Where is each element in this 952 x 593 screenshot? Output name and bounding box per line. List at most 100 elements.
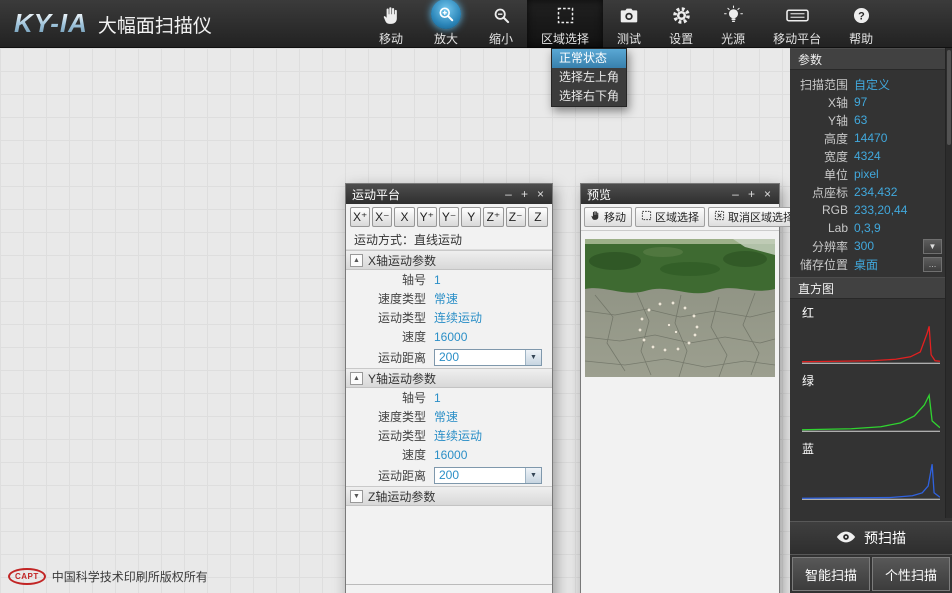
motion-row-distance: 运动距离 200 ▼ bbox=[346, 346, 552, 368]
param-rows: 扫描范围 自定义 X轴 97 Y轴 63 高度 14470 宽度 4324 单位… bbox=[790, 70, 952, 277]
tool-label: 放大 bbox=[434, 30, 458, 47]
browse-button[interactable]: … bbox=[923, 257, 942, 272]
row-value[interactable]: 1 bbox=[434, 273, 441, 287]
combo-value[interactable]: 200 bbox=[435, 468, 525, 483]
param-value[interactable]: 自定义 bbox=[854, 76, 890, 93]
app-logo: KY-IA bbox=[14, 8, 88, 39]
distance-combo[interactable]: 200 ▼ bbox=[434, 467, 542, 484]
preview-image[interactable] bbox=[585, 239, 775, 377]
histogram-blue: 蓝 bbox=[790, 435, 952, 503]
param-value[interactable]: pixel bbox=[854, 167, 879, 181]
minimize-icon[interactable]: – bbox=[503, 184, 514, 204]
param-value[interactable]: 4324 bbox=[854, 149, 881, 163]
menu-item-bottom-right[interactable]: 选择右下角 bbox=[552, 87, 626, 106]
gear-icon bbox=[671, 2, 692, 29]
axis-buttons: X⁺ X⁻ X Y⁺ Y⁻ Y Z⁺ Z⁻ Z bbox=[346, 204, 552, 230]
button-label: 区域选择 bbox=[655, 209, 699, 225]
preview-region-select-button[interactable]: 区域选择 bbox=[635, 207, 705, 227]
copyright-text: 中国科学技术印刷所版权所有 bbox=[52, 568, 208, 585]
motion-row-speed: 速度 16000 bbox=[346, 445, 552, 464]
dropdown-arrow-icon[interactable]: ▼ bbox=[525, 468, 541, 483]
histogram-header: 直方图 bbox=[790, 277, 952, 299]
preview-move-button[interactable]: 移动 bbox=[584, 207, 632, 227]
section-title: X轴运动参数 bbox=[368, 252, 436, 269]
param-value[interactable]: 14470 bbox=[854, 131, 887, 145]
preview-cancel-region-button[interactable]: 取消区域选择 bbox=[708, 207, 800, 227]
param-value[interactable]: 63 bbox=[854, 113, 867, 127]
resolution-dropdown-icon[interactable]: ▼ bbox=[923, 239, 942, 254]
panel-empty-area bbox=[346, 506, 552, 584]
custom-scan-button[interactable]: 个性扫描 bbox=[872, 557, 950, 591]
row-value[interactable]: 常速 bbox=[434, 408, 458, 425]
y-plus-button[interactable]: Y⁺ bbox=[417, 207, 437, 227]
x-button[interactable]: X bbox=[394, 207, 414, 227]
tool-zoom-out[interactable]: 缩小 bbox=[475, 0, 527, 48]
row-label: 速度 bbox=[346, 446, 434, 463]
x-axis-section-header[interactable]: ▲ X轴运动参数 bbox=[346, 250, 552, 270]
tool-label: 帮助 bbox=[849, 30, 873, 47]
workspace-canvas[interactable]: 运动平台 – + × X⁺ X⁻ X Y⁺ Y⁻ Y Z⁺ Z⁻ Z 运动方式：… bbox=[0, 48, 790, 593]
close-icon[interactable]: × bbox=[762, 184, 773, 204]
param-row-scan-range: 扫描范围 自定义 bbox=[790, 75, 952, 93]
row-label: 运动距离 bbox=[346, 349, 434, 366]
scan-actions: 智能扫描 个性扫描 bbox=[790, 555, 952, 593]
combo-value[interactable]: 200 bbox=[435, 350, 525, 365]
tool-light[interactable]: 光源 bbox=[707, 0, 759, 48]
collapse-icon[interactable]: ▼ bbox=[350, 490, 363, 503]
tool-settings[interactable]: 设置 bbox=[655, 0, 707, 48]
window-controls: – + × bbox=[503, 184, 546, 204]
preview-panel-titlebar[interactable]: 预览 – + × bbox=[581, 184, 779, 204]
param-label: 高度 bbox=[790, 130, 854, 147]
row-value[interactable]: 连续运动 bbox=[434, 427, 482, 444]
motion-row-distance: 运动距离 200 ▼ bbox=[346, 464, 552, 486]
tool-label: 测试 bbox=[617, 30, 641, 47]
y-button[interactable]: Y bbox=[461, 207, 481, 227]
row-value[interactable]: 常速 bbox=[434, 290, 458, 307]
z-plus-button[interactable]: Z⁺ bbox=[483, 207, 503, 227]
region-select-icon bbox=[555, 2, 576, 29]
prescan-button[interactable]: 预扫描 bbox=[790, 521, 952, 555]
x-plus-button[interactable]: X⁺ bbox=[350, 207, 370, 227]
menu-item-normal[interactable]: 正常状态 bbox=[552, 49, 626, 68]
motion-hint: 运动类型 下列之一：点位运动，连续运动。 bbox=[346, 584, 552, 593]
distance-combo[interactable]: 200 ▼ bbox=[434, 349, 542, 366]
row-value[interactable]: 16000 bbox=[434, 448, 467, 462]
row-value[interactable]: 连续运动 bbox=[434, 309, 482, 326]
motion-row-speed-type: 速度类型 常速 bbox=[346, 407, 552, 426]
tool-zoom-in[interactable]: 放大 bbox=[417, 0, 475, 48]
tool-platform[interactable]: 移动平台 bbox=[759, 0, 835, 48]
row-value[interactable]: 16000 bbox=[434, 330, 467, 344]
collapse-icon[interactable]: ▲ bbox=[350, 372, 363, 385]
z-axis-section-header[interactable]: ▼ Z轴运动参数 bbox=[346, 486, 552, 506]
param-value[interactable]: 97 bbox=[854, 95, 867, 109]
prescan-label: 预扫描 bbox=[864, 528, 906, 548]
param-value[interactable]: 300 bbox=[854, 239, 874, 253]
channel-label: 蓝 bbox=[802, 440, 940, 457]
scrollbar-thumb[interactable] bbox=[947, 50, 951, 145]
tool-test[interactable]: 测试 bbox=[603, 0, 655, 48]
maximize-icon[interactable]: + bbox=[746, 184, 757, 204]
tool-region-select[interactable]: 区域选择 正常状态 选择左上角 选择右下角 bbox=[527, 0, 603, 48]
z-button[interactable]: Z bbox=[528, 207, 548, 227]
y-minus-button[interactable]: Y⁻ bbox=[439, 207, 459, 227]
motion-panel-titlebar[interactable]: 运动平台 – + × bbox=[346, 184, 552, 204]
minimize-icon[interactable]: – bbox=[730, 184, 741, 204]
maximize-icon[interactable]: + bbox=[519, 184, 530, 204]
z-minus-button[interactable]: Z⁻ bbox=[506, 207, 526, 227]
row-label: 运动距离 bbox=[346, 467, 434, 484]
red-histogram-curve bbox=[802, 323, 940, 365]
tool-help[interactable]: ? 帮助 bbox=[835, 0, 887, 48]
collapse-icon[interactable]: ▲ bbox=[350, 254, 363, 267]
close-icon[interactable]: × bbox=[535, 184, 546, 204]
sidebar-scrollbar[interactable] bbox=[945, 48, 952, 518]
tool-move[interactable]: 移动 bbox=[365, 0, 417, 48]
channel-label: 绿 bbox=[802, 372, 940, 389]
x-minus-button[interactable]: X⁻ bbox=[372, 207, 392, 227]
motion-row-speed-type: 速度类型 常速 bbox=[346, 289, 552, 308]
smart-scan-button[interactable]: 智能扫描 bbox=[792, 557, 870, 591]
y-axis-section-header[interactable]: ▲ Y轴运动参数 bbox=[346, 368, 552, 388]
row-value[interactable]: 1 bbox=[434, 391, 441, 405]
menu-item-top-left[interactable]: 选择左上角 bbox=[552, 68, 626, 87]
param-value[interactable]: 桌面 bbox=[854, 256, 878, 273]
dropdown-arrow-icon[interactable]: ▼ bbox=[525, 350, 541, 365]
